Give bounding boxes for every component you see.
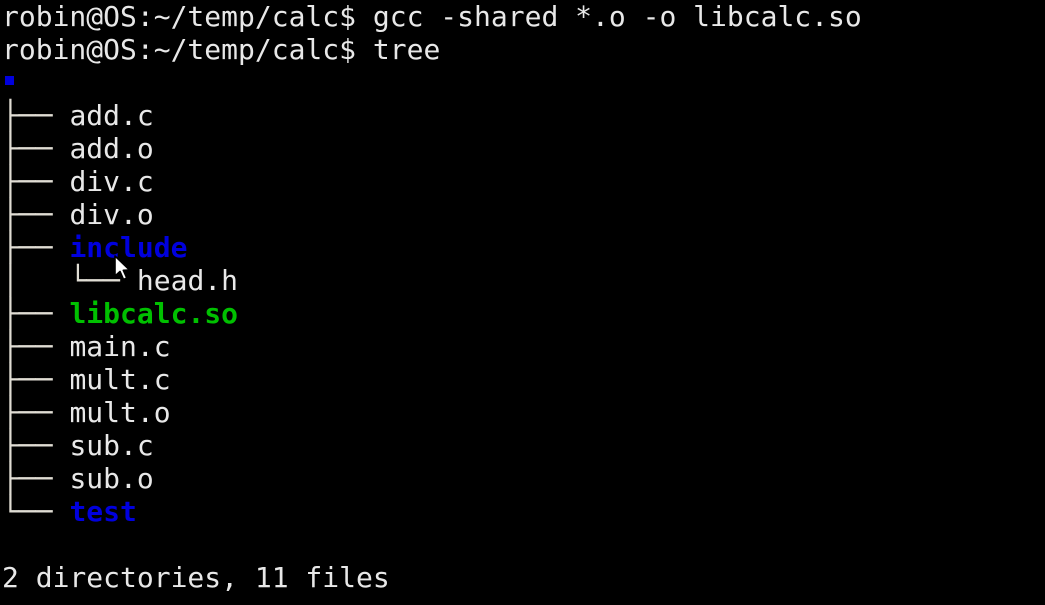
tree-entry-name: add.c (69, 99, 154, 132)
tree-entry-name: mult.c (69, 363, 171, 396)
tree-entry: ├── include (0, 231, 862, 264)
tree-branch-connector: ├── (2, 396, 70, 429)
tree-root-line (0, 66, 862, 99)
tree-entry: └── test (0, 495, 862, 528)
tree-entry: ├── div.c (0, 165, 862, 198)
tree-branch-connector: ├── (2, 165, 70, 198)
shell-prompt: robin@OS:~/temp/calc$ (2, 0, 373, 33)
terminal-screen[interactable]: robin@OS:~/temp/calc$ gcc -shared *.o -o… (0, 0, 862, 594)
tree-branch-connector: ├── (2, 462, 70, 495)
tree-entry: ├── mult.o (0, 396, 862, 429)
tree-entry: ├── mult.c (0, 363, 862, 396)
tree-entry-name: test (69, 495, 137, 528)
terminal-command-line: robin@OS:~/temp/calc$ gcc -shared *.o -o… (0, 0, 862, 33)
terminal-window[interactable]: robin@OS:~/temp/calc$ gcc -shared *.o -o… (0, 0, 1045, 605)
tree-entry-name: sub.o (69, 462, 154, 495)
shell-command: gcc -shared *.o -o libcalc.so (372, 0, 862, 33)
tree-entry-name: sub.c (69, 429, 154, 462)
tree-entry: ├── sub.o (0, 462, 862, 495)
tree-summary-line: 2 directories, 11 files (0, 561, 862, 594)
tree-branch-connector: ├── (2, 231, 70, 264)
tree-entry-name: include (69, 231, 188, 264)
tree-branch-connector: ├── (2, 429, 70, 462)
tree-branch-connector: ├── (2, 363, 70, 396)
tree-root-dot (2, 66, 23, 99)
tree-entry: ├── div.o (0, 198, 862, 231)
tree-indent: │ (2, 264, 70, 297)
terminal-current-prompt-line[interactable]: robin@OS:~/temp/calc$ (0, 594, 1045, 605)
tree-entry: ├── add.c (0, 99, 862, 132)
tree-entry-name: libcalc.so (69, 297, 239, 330)
tree-branch-connector: ├── (2, 297, 70, 330)
tree-entry-name: head.h (136, 264, 239, 297)
tree-entry: ├── libcalc.so (0, 297, 862, 330)
tree-entry-name: div.o (69, 198, 154, 231)
tree-branch-connector: ├── (2, 198, 70, 231)
tree-branch-connector: └── (69, 264, 137, 297)
tree-entry-name: main.c (69, 330, 171, 363)
tree-branch-connector: ├── (2, 99, 70, 132)
tree-entry: ├── add.o (0, 132, 862, 165)
tree-entry: ├── main.c (0, 330, 862, 363)
tree-branch-connector: ├── (2, 330, 70, 363)
terminal-command-line: robin@OS:~/temp/calc$ tree (0, 33, 862, 66)
tree-branch-connector: └── (2, 495, 70, 528)
tree-entry-name: add.o (69, 132, 154, 165)
tree-summary-text: 2 directories, 11 files (2, 561, 390, 594)
tree-entry: ├── sub.c (0, 429, 862, 462)
shell-command: tree (372, 33, 441, 66)
tree-branch-connector: ├── (2, 132, 70, 165)
tree-entry: │ └── head.h (0, 264, 862, 297)
tree-entry-name: mult.o (69, 396, 171, 429)
shell-prompt: robin@OS:~/temp/calc$ (2, 33, 373, 66)
tree-entry-name: div.c (69, 165, 154, 198)
